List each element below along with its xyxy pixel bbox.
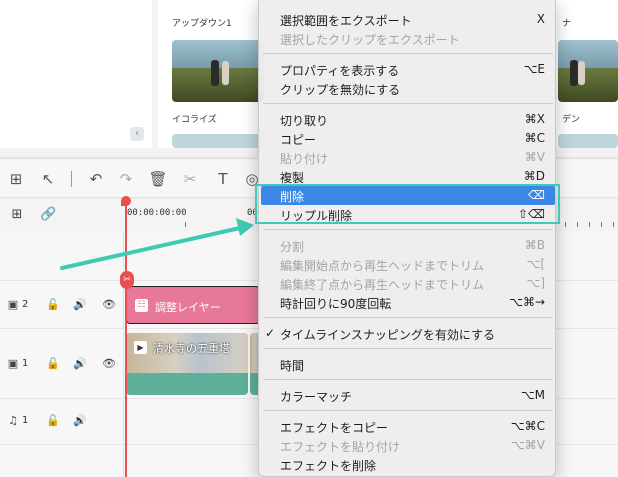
menu-separator	[263, 317, 553, 318]
effect-thumb-row3b[interactable]	[558, 134, 618, 148]
clip-label: 清水寺の五重塔	[153, 342, 230, 355]
pointer-icon[interactable]: ↖	[38, 169, 58, 189]
scissors-icon[interactable]: ✂	[180, 169, 200, 189]
lock-icon[interactable]: 🔓	[46, 414, 60, 427]
menu-item-paste-effect[interactable]: エフェクトを貼り付け ⌥⌘V	[259, 436, 557, 455]
play-icon: ▶	[134, 341, 147, 354]
trash-icon[interactable]: 🗑	[148, 169, 168, 189]
toolbar-divider	[71, 171, 72, 187]
thumb-label-updown: アップダウン1	[172, 19, 232, 29]
track-number: 2	[22, 299, 29, 310]
menu-item-disable-clip[interactable]: クリップを無効にする	[259, 79, 557, 98]
ruler-start-time: 00:00:00:00	[127, 208, 187, 218]
text-icon[interactable]: T	[213, 169, 233, 189]
track-number: 1	[22, 415, 29, 426]
menu-item-trim-start[interactable]: 編集開始点から再生ヘッドまでトリム ⌥[	[259, 255, 557, 274]
thumb-label-partial-1: ナ	[562, 19, 572, 29]
undo-icon[interactable]: ↶	[86, 169, 106, 189]
ruler-tick	[185, 222, 186, 227]
media-sidebar: ‹	[0, 0, 152, 148]
checkmark-icon: ✓	[265, 326, 276, 340]
menu-item-show-properties[interactable]: プロパティを表示する ⌥E	[259, 60, 557, 79]
playhead-marker[interactable]	[121, 196, 131, 206]
annotation-highlight-box	[255, 184, 560, 224]
effect-thumb-equalize[interactable]	[172, 40, 264, 102]
playhead-split-icon[interactable]: ✂	[120, 271, 134, 289]
video-clip[interactable]: ▶ 清水寺の五重塔	[126, 333, 248, 395]
menu-separator	[263, 379, 553, 380]
menu-separator	[263, 103, 553, 104]
menu-item-rotate-90[interactable]: 時計回りに90度回転 ⌥⌘→	[259, 293, 557, 312]
speaker-icon[interactable]: 🔊	[73, 414, 87, 427]
redo-icon[interactable]: ↷	[116, 169, 136, 189]
menu-item-color-match[interactable]: カラーマッチ ⌥M	[259, 386, 557, 405]
track-number: 1	[22, 358, 29, 369]
menu-separator	[263, 53, 553, 54]
video-track-icon: ▣	[7, 298, 19, 311]
menu-separator	[263, 348, 553, 349]
effect-thumb-row3[interactable]	[172, 134, 264, 148]
ruler-tick	[601, 222, 602, 227]
link-icon[interactable]: 🔗	[40, 207, 56, 222]
menu-item-split[interactable]: 分割 ⌘B	[259, 236, 557, 255]
effect-thumb-garden[interactable]	[558, 40, 618, 102]
menu-item-trim-end[interactable]: 編集終了点から再生ヘッドまでトリム ⌥]	[259, 274, 557, 293]
menu-item-export-selection[interactable]: 選択範囲をエクスポート X	[259, 10, 557, 29]
ruler-tick	[577, 222, 578, 227]
menu-separator	[263, 410, 553, 411]
menu-separator	[263, 229, 553, 230]
menu-item-copy-effect[interactable]: エフェクトをコピー ⌥⌘C	[259, 417, 557, 436]
playhead-line[interactable]	[125, 203, 127, 477]
lock-icon[interactable]: 🔓	[46, 357, 60, 370]
menu-item-copy[interactable]: コピー ⌘C	[259, 129, 557, 148]
eye-icon[interactable]: 👁	[102, 298, 116, 311]
clip-label: 調整レイヤー	[155, 301, 221, 314]
add-track-icon[interactable]: ⊞	[10, 207, 24, 222]
grid-icon[interactable]: ⊞	[6, 169, 26, 189]
menu-item-paste[interactable]: 貼り付け ⌘V	[259, 148, 557, 167]
menu-item-export-selected-clips[interactable]: 選択したクリップをエクスポート	[259, 29, 557, 48]
menu-item-delete-effect[interactable]: エフェクトを削除	[259, 455, 557, 474]
lock-icon[interactable]: 🔓	[46, 298, 60, 311]
music-note-icon: ♫	[8, 414, 18, 427]
video-track-icon: ▣	[7, 357, 19, 370]
menu-item-timeline-snapping[interactable]: ✓ タイムラインスナッピングを有効にする	[259, 324, 557, 343]
menu-item-time[interactable]: 時間	[259, 355, 557, 374]
ruler-tick	[613, 222, 614, 227]
ruler-tick	[589, 222, 590, 227]
speaker-icon[interactable]: 🔊	[73, 357, 87, 370]
thumb-label-equalize: イコライズ	[172, 115, 217, 125]
context-menu: 選択範囲をエクスポート X 選択したクリップをエクスポート プロパティを表示する ⌥…	[258, 0, 556, 477]
menu-item-cut[interactable]: 切り取り ⌘X	[259, 110, 557, 129]
adjustment-layer-clip[interactable]: ☷ 調整レイヤー	[126, 286, 260, 324]
collapse-sidebar-button[interactable]: ‹	[130, 127, 144, 141]
adjustment-icon: ☷	[135, 299, 148, 312]
ruler-tick	[565, 222, 566, 227]
thumb-label-partial-2: デン	[562, 115, 581, 125]
eye-icon[interactable]: 👁	[102, 357, 116, 370]
speaker-icon[interactable]: 🔊	[73, 298, 87, 311]
